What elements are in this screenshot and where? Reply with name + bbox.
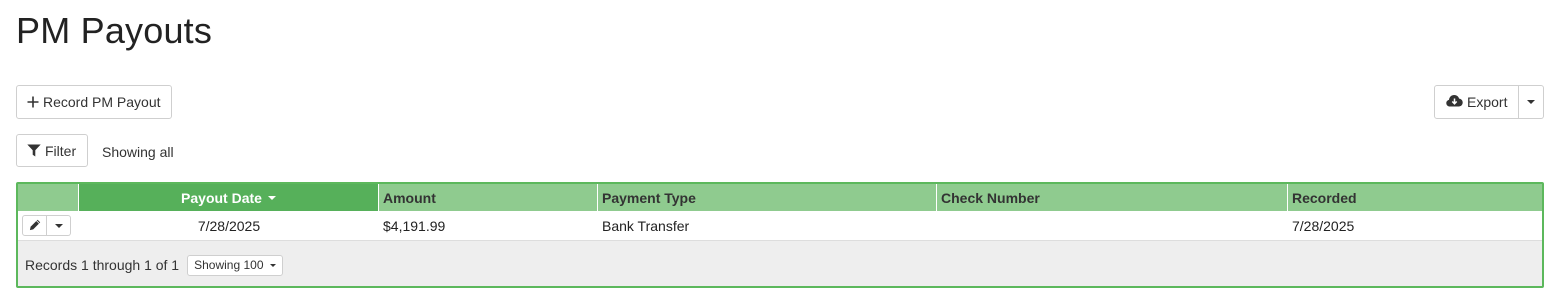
column-header-payment-type[interactable]: Payment Type [598, 184, 937, 211]
column-header-amount[interactable]: Amount [379, 184, 598, 211]
page-size-label: Showing 100 [194, 258, 264, 272]
caret-down-icon [1527, 100, 1535, 104]
page-title: PM Payouts [16, 10, 213, 51]
cell-payout-date: 7/28/2025 [197, 217, 261, 234]
sort-desc-icon [267, 196, 276, 200]
row-options-dropdown[interactable] [47, 215, 71, 236]
filter-label: Filter [45, 142, 77, 159]
table-header: Payout Date Amount Payment Type Check Nu… [18, 184, 1542, 211]
export-label: Export [1467, 94, 1508, 110]
column-header-label: Recorded [1292, 189, 1357, 206]
column-header-label: Payment Type [602, 189, 696, 206]
export-button[interactable]: Export [1434, 85, 1519, 119]
column-header-check-number[interactable]: Check Number [937, 184, 1288, 211]
column-header-recorded[interactable]: Recorded [1288, 184, 1542, 211]
row-actions-cell [18, 211, 79, 240]
column-header-label: Payout Date [181, 189, 262, 206]
filter-button[interactable]: Filter [16, 134, 88, 167]
cell-check-number [937, 211, 1288, 240]
filter-status-text: Showing all [102, 144, 174, 160]
row-actions [22, 215, 71, 236]
cell-recorded: 7/28/2025 [1292, 217, 1355, 234]
column-header-label: Check Number [941, 189, 1040, 206]
cell-payment-type: Bank Transfer [602, 217, 690, 234]
funnel-icon [27, 144, 41, 157]
column-header-label: Amount [383, 189, 436, 206]
column-header-actions [18, 184, 79, 211]
page-size-dropdown[interactable]: Showing 100 [187, 254, 283, 276]
payouts-table: Payout Date Amount Payment Type Check Nu… [16, 182, 1544, 288]
export-button-group: Export [1434, 85, 1544, 119]
caret-down-icon [54, 223, 63, 228]
pencil-icon [29, 218, 41, 234]
table-row: 7/28/2025 $4,191.99 Bank Transfer 7/28/2… [18, 211, 1542, 241]
cloud-download-icon [1446, 94, 1463, 110]
record-pm-payout-label: Record PM Payout [43, 94, 161, 110]
page: PM Payouts Record PM Payout Export Filte… [0, 0, 1565, 307]
export-options-dropdown[interactable] [1519, 85, 1544, 119]
record-pm-payout-button[interactable]: Record PM Payout [16, 85, 172, 119]
caret-down-icon [269, 263, 276, 267]
plus-icon [27, 96, 39, 108]
table-footer: Records 1 through 1 of 1 Showing 100 [18, 242, 1542, 286]
edit-row-button[interactable] [22, 215, 47, 236]
column-header-payout-date[interactable]: Payout Date [79, 184, 379, 211]
records-count-text: Records 1 through 1 of 1 [25, 257, 180, 273]
cell-amount: $4,191.99 [383, 217, 446, 234]
